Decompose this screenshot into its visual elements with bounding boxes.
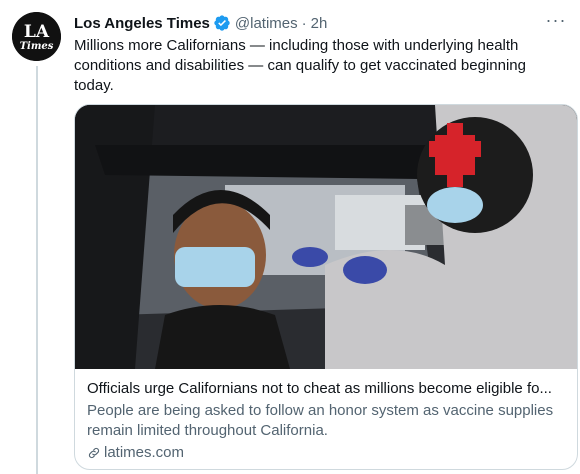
card-image bbox=[75, 105, 577, 369]
avatar[interactable]: LA Times bbox=[12, 12, 61, 61]
more-options-label: ··· bbox=[545, 9, 567, 30]
thread-connector-line bbox=[36, 66, 38, 474]
link-preview-card[interactable]: Officials urge Californians not to cheat… bbox=[74, 104, 578, 470]
separator-dot: · bbox=[301, 14, 307, 32]
avatar-logo-bottom: Times bbox=[20, 41, 54, 52]
card-domain-link[interactable]: latimes.com bbox=[87, 443, 565, 463]
tweet-header: Los Angeles Times @latimes · 2h ··· bbox=[74, 10, 568, 34]
card-title: Officials urge Californians not to cheat… bbox=[87, 380, 552, 397]
verified-badge-icon bbox=[214, 15, 230, 31]
user-handle[interactable]: @latimes bbox=[235, 15, 298, 32]
link-icon bbox=[88, 447, 100, 459]
tweet-text: Millions more Californians — including t… bbox=[74, 37, 526, 94]
la-times-logo-icon: LA Times bbox=[12, 12, 61, 61]
timestamp[interactable]: 2h bbox=[311, 15, 328, 32]
card-description: People are being asked to follow an hono… bbox=[87, 402, 554, 439]
more-options-icon[interactable]: ··· bbox=[544, 8, 568, 32]
card-domain: latimes.com bbox=[104, 444, 185, 461]
display-name[interactable]: Los Angeles Times bbox=[74, 15, 210, 32]
avatar-logo-top: LA bbox=[24, 22, 50, 42]
